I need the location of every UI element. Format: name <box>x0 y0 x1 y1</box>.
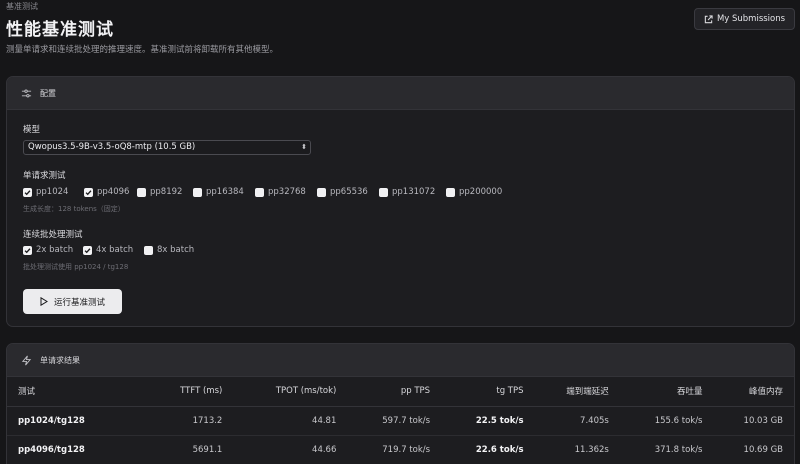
results-card: 单请求结果 测试 TTFT (ms) TPOT (ms/tok) pp TPS tg T… <box>6 343 795 464</box>
config-header-label: 配置 <box>40 88 56 98</box>
results-header: 单请求结果 <box>7 344 794 377</box>
checkbox-label: 8x batch <box>157 245 195 255</box>
checkbox-pp200000[interactable]: pp200000 <box>446 187 502 197</box>
table-cell: 44.66 <box>233 435 348 464</box>
column-header: tg TPS <box>441 377 535 407</box>
batch-test-label: 连续批处理测试 <box>23 230 83 240</box>
checkbox-pp65536[interactable]: pp65536 <box>317 187 368 197</box>
checkbox-pp4096[interactable]: pp4096 <box>84 187 129 197</box>
checkbox-unchecked[interactable] <box>144 245 153 255</box>
play-icon <box>40 297 48 306</box>
checkbox-pp32768[interactable]: pp32768 <box>255 187 306 197</box>
checkbox-8x-batch[interactable]: 8x batch <box>144 245 194 255</box>
single-test-label: 单请求测试 <box>23 171 66 181</box>
run-benchmark-label: 运行基准测试 <box>53 297 105 308</box>
checkbox-label: pp4096 <box>97 187 130 197</box>
table-cell: 1713.2 <box>148 406 234 436</box>
table-row: pp1024/tg128 1713.2 44.81 597.7 tok/s 22.5 t… <box>7 406 794 436</box>
table-cell: 22.5 tok/s <box>441 406 535 436</box>
page-title: 性能基准测试 <box>6 20 114 40</box>
sliders-icon <box>21 89 32 97</box>
table-cell: pp4096/tg128 <box>7 435 149 464</box>
table-cell: 7.405s <box>534 406 620 436</box>
checkbox-label: pp65536 <box>330 187 368 197</box>
batch-test-hint: 批处理测试使用 pp1024 / tg128 <box>23 263 129 271</box>
table-cell: 44.81 <box>233 406 348 436</box>
column-header: TTFT (ms) <box>148 377 234 407</box>
checkbox-2x-batch[interactable]: 2x batch <box>23 245 73 255</box>
checkbox-4x-batch[interactable]: 4x batch <box>83 245 133 255</box>
column-header: TPOT (ms/tok) <box>233 377 348 407</box>
checkbox-unchecked[interactable] <box>193 187 202 197</box>
column-header: 测试 <box>7 377 149 407</box>
updown-chevron-icon: ⬍ <box>301 143 307 151</box>
table-cell: 371.8 tok/s <box>619 435 714 464</box>
checkbox-label: 2x batch <box>36 245 74 255</box>
table-cell: 22.6 tok/s <box>441 435 535 464</box>
checkbox-label: pp131072 <box>392 187 436 197</box>
checkbox-unchecked[interactable] <box>446 187 455 197</box>
lightning-icon <box>21 355 32 365</box>
table-cell: 10.69 GB <box>713 435 794 464</box>
checkbox-label: pp1024 <box>36 187 69 197</box>
model-select[interactable]: Qwopus3.5-9B-v3.5-oQ8-mtp (10.5 GB) ⬍ <box>23 140 311 155</box>
table-cell: 597.7 tok/s <box>347 406 442 436</box>
checkbox-label: pp200000 <box>459 187 503 197</box>
my-submissions-button[interactable]: My Submissions <box>694 8 795 30</box>
column-header: pp TPS <box>347 377 442 407</box>
checkbox-checked[interactable] <box>23 245 32 255</box>
checkbox-unchecked[interactable] <box>137 187 146 197</box>
table-cell: 11.362s <box>534 435 620 464</box>
page-description: 测量单请求和连续批处理的推理速度。基准测试前将卸载所有其他模型。 <box>6 45 279 55</box>
checkbox-checked[interactable] <box>84 187 93 197</box>
model-label: 模型 <box>23 125 41 135</box>
my-submissions-label: My Submissions <box>716 14 786 24</box>
run-benchmark-button[interactable]: 运行基准测试 <box>23 289 122 314</box>
table-cell: 5691.1 <box>148 435 234 464</box>
results-table: 测试 TTFT (ms) TPOT (ms/tok) pp TPS tg TPS 端到端延… <box>7 377 794 464</box>
checkbox-pp1024[interactable]: pp1024 <box>23 187 68 197</box>
checkbox-pp131072[interactable]: pp131072 <box>379 187 435 197</box>
external-link-icon <box>704 14 713 23</box>
checkbox-unchecked[interactable] <box>255 187 264 197</box>
checkbox-label: 4x batch <box>96 245 134 255</box>
checkbox-pp8192[interactable]: pp8192 <box>137 187 182 197</box>
checkbox-pp16384[interactable]: pp16384 <box>193 187 244 197</box>
checkbox-label: pp16384 <box>206 187 244 197</box>
table-cell: pp1024/tg128 <box>7 406 149 436</box>
table-cell: 719.7 tok/s <box>347 435 442 464</box>
single-test-hint: 生成长度：128 tokens（固定） <box>23 205 125 213</box>
model-select-value: Qwopus3.5-9B-v3.5-oQ8-mtp (10.5 GB) <box>28 142 196 152</box>
checkbox-unchecked[interactable] <box>379 187 388 197</box>
breadcrumb: 基准测试 <box>6 2 38 11</box>
checkbox-label: pp32768 <box>268 187 306 197</box>
table-cell: 155.6 tok/s <box>619 406 714 436</box>
checkbox-checked[interactable] <box>23 187 32 197</box>
column-header: 端到端延迟 <box>534 377 620 407</box>
column-header: 峰值内存 <box>713 377 794 407</box>
checkbox-label: pp8192 <box>150 187 183 197</box>
config-card: 配置 模型 Qwopus3.5-9B-v3.5-oQ8-mtp (10.5 GB… <box>6 76 795 327</box>
results-header-label: 单请求结果 <box>40 355 80 365</box>
column-header: 吞吐量 <box>619 377 714 407</box>
config-header: 配置 <box>7 77 794 110</box>
table-row: pp4096/tg128 5691.1 44.66 719.7 tok/s 22.6 t… <box>7 435 794 464</box>
checkbox-checked[interactable] <box>83 245 92 255</box>
checkbox-unchecked[interactable] <box>317 187 326 197</box>
table-cell: 10.03 GB <box>713 406 794 436</box>
